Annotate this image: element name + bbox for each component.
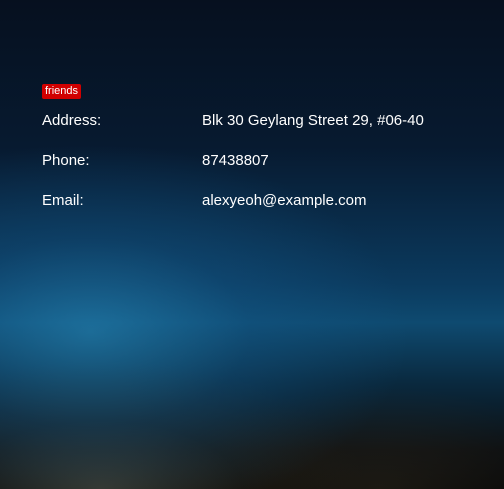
phone-row: Phone: 87438807 [42, 152, 482, 192]
email-label: Email: [42, 192, 84, 209]
blurred-background [0, 0, 504, 489]
email-value: alexyeoh@example.com [202, 192, 367, 209]
tag-list: friends [42, 81, 482, 112]
email-row: Email: alexyeoh@example.com [42, 192, 482, 232]
address-row: Address: Blk 30 Geylang Street 29, #06-4… [42, 112, 482, 152]
address-value: Blk 30 Geylang Street 29, #06-40 [202, 112, 424, 129]
phone-label: Phone: [42, 152, 90, 169]
person-detail-panel: friends Address: Blk 30 Geylang Street 2… [42, 81, 482, 232]
address-label: Address: [42, 112, 102, 129]
tag-friends: friends [42, 84, 82, 99]
phone-value: 87438807 [202, 152, 269, 169]
